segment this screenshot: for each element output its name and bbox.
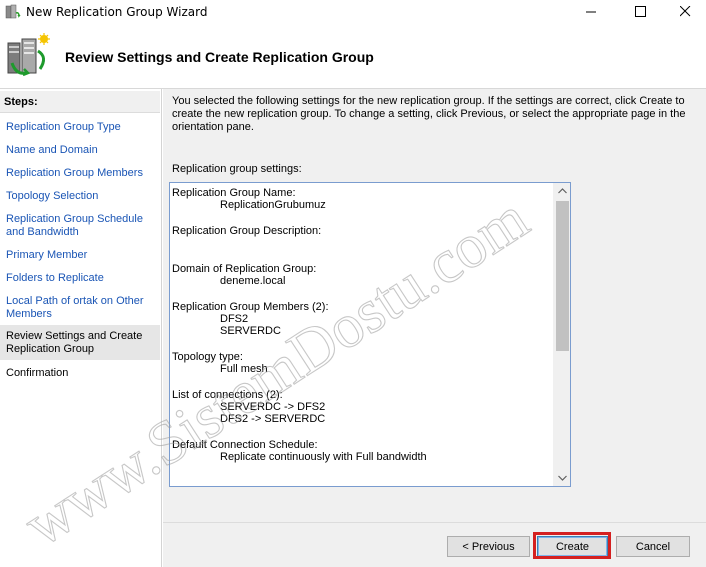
step-review-settings[interactable]: Review Settings and Create Replication G… [0, 325, 160, 360]
chevron-down-icon [558, 472, 567, 484]
replication-server-icon [6, 33, 50, 79]
window-title: New Replication Group Wizard [26, 5, 208, 19]
step-local-path[interactable]: Local Path of ortak on Other Members [0, 295, 160, 321]
setting-value: SERVERDC [220, 325, 281, 337]
setting-value: SERVERDC -> DFS2 [220, 401, 326, 413]
close-button[interactable] [662, 0, 706, 25]
steps-heading: Steps: [0, 91, 160, 113]
minimize-icon [585, 6, 597, 20]
scroll-down-button[interactable] [554, 470, 570, 486]
replication-app-icon [5, 4, 21, 20]
setting-heading: Replication Group Description: [172, 225, 322, 237]
step-replication-group-type[interactable]: Replication Group Type [0, 121, 160, 134]
step-name-and-domain[interactable]: Name and Domain [0, 144, 160, 157]
minimize-button[interactable] [568, 0, 614, 25]
setting-value: DFS2 [220, 313, 249, 325]
settings-label: Replication group settings: [172, 163, 302, 175]
intro-text: You selected the following settings for … [172, 95, 686, 133]
maximize-button[interactable] [617, 0, 663, 25]
page-title: Review Settings and Create Replication G… [65, 49, 374, 65]
scroll-thumb[interactable] [556, 201, 569, 351]
step-confirmation: Confirmation [6, 367, 69, 379]
setting-heading: List of connections (2): [172, 389, 283, 401]
previous-button[interactable]: < Previous [447, 536, 530, 557]
cancel-button[interactable]: Cancel [616, 536, 690, 557]
setting-value: deneme.local [220, 275, 286, 287]
chevron-up-icon [558, 185, 567, 197]
steps-pane: Steps: Replication Group Type Name and D… [0, 89, 162, 567]
setting-heading: Domain of Replication Group: [172, 263, 317, 275]
setting-heading: Replication Group Members (2): [172, 301, 329, 313]
settings-list: Replication Group Name: ReplicationGrubu… [172, 187, 552, 463]
step-replication-group-members[interactable]: Replication Group Members [0, 167, 160, 180]
setting-value: Replicate continuously with Full bandwid… [220, 451, 427, 463]
maximize-icon [634, 5, 646, 20]
setting-heading: Replication Group Name: [172, 187, 296, 199]
setting-value: DFS2 -> SERVERDC [220, 413, 326, 425]
setting-value [172, 237, 552, 249]
setting-heading: Topology type: [172, 351, 243, 363]
scroll-up-button[interactable] [554, 183, 570, 199]
create-button[interactable]: Create [537, 536, 608, 557]
setting-value: ReplicationGrubumuz [220, 199, 326, 211]
setting-value: Full mesh [220, 363, 268, 375]
settings-textbox[interactable]: Replication Group Name: ReplicationGrubu… [169, 182, 571, 487]
vertical-scrollbar[interactable] [553, 183, 570, 486]
step-primary-member[interactable]: Primary Member [0, 249, 160, 262]
step-topology-selection[interactable]: Topology Selection [0, 190, 160, 203]
step-folders-to-replicate[interactable]: Folders to Replicate [0, 272, 160, 285]
main-content: You selected the following settings for … [163, 89, 706, 567]
step-schedule-and-bandwidth[interactable]: Replication Group Schedule and Bandwidth [0, 213, 160, 239]
title-bar: New Replication Group Wizard [0, 0, 706, 25]
footer-divider [163, 522, 706, 523]
close-icon [679, 5, 691, 20]
setting-heading: Default Connection Schedule: [172, 439, 318, 451]
wizard-header: Review Settings and Create Replication G… [0, 25, 706, 89]
